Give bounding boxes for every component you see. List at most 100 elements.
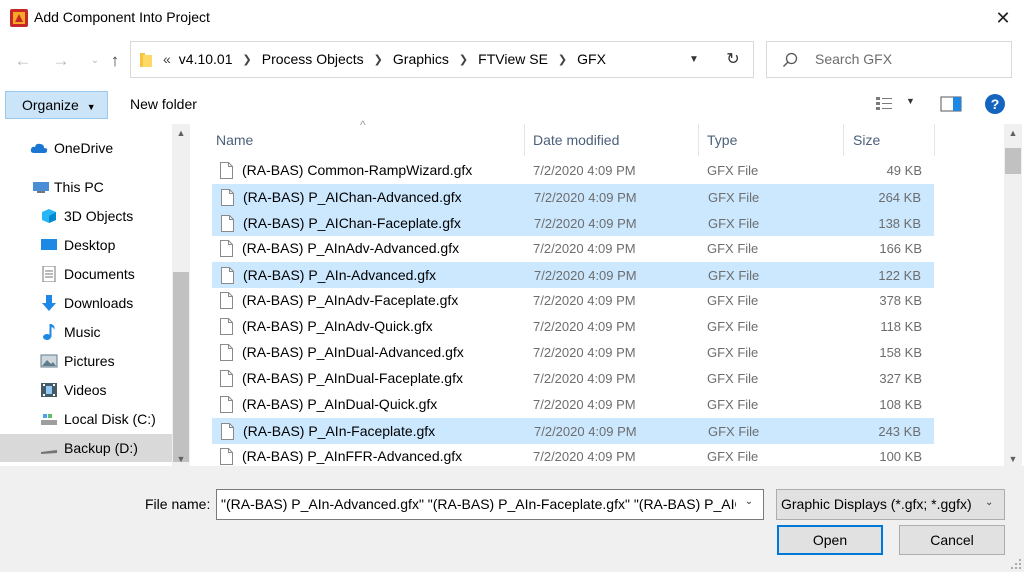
- caret-down-icon: ▼: [86, 102, 96, 112]
- file-date: 7/2/2020 4:09 PM: [533, 319, 636, 334]
- file-row[interactable]: (RA-BAS) P_AInDual-Quick.gfx 7/2/2020 4:0…: [212, 392, 934, 418]
- sidebar-item-local-disk[interactable]: Local Disk (C:): [0, 405, 172, 433]
- breadcrumb-item-version[interactable]: v4.10.01: [179, 51, 233, 67]
- sidebar-item-3d-objects[interactable]: 3D Objects: [0, 202, 172, 230]
- column-divider[interactable]: [843, 124, 844, 156]
- file-type-value: Graphic Displays (*.gfx; *.ggfx): [781, 496, 972, 512]
- view-list-icon: [876, 97, 892, 110]
- desktop-icon: [41, 239, 57, 250]
- scroll-down-icon[interactable]: ▼: [1005, 454, 1021, 464]
- music-icon: [43, 324, 55, 340]
- open-button[interactable]: Open: [777, 525, 883, 555]
- recent-locations-chevron-icon[interactable]: ⌄: [84, 50, 106, 72]
- chevron-right-icon[interactable]: ❯: [459, 53, 468, 66]
- up-arrow-icon[interactable]: ↑: [104, 50, 126, 72]
- sidebar-item-videos[interactable]: Videos: [0, 376, 172, 404]
- file-icon: [221, 423, 234, 440]
- change-view-button[interactable]: ▼: [876, 95, 916, 113]
- file-size: 118 KB: [880, 319, 922, 334]
- file-row[interactable]: (RA-BAS) P_AIChan-Faceplate.gfx 7/2/2020 …: [212, 210, 934, 236]
- column-divider[interactable]: [698, 124, 699, 156]
- column-divider[interactable]: [524, 124, 525, 156]
- file-row[interactable]: (RA-BAS) P_AIn-Advanced.gfx 7/2/2020 4:09…: [212, 262, 934, 288]
- resize-grip-icon[interactable]: [1010, 558, 1022, 570]
- file-name: (RA-BAS) P_AIChan-Advanced.gfx: [243, 189, 462, 205]
- sidebar-item-documents[interactable]: Documents: [0, 260, 172, 288]
- cloud-icon: [30, 143, 48, 153]
- file-row[interactable]: (RA-BAS) P_AIn-Faceplate.gfx 7/2/2020 4:0…: [212, 418, 934, 444]
- organize-button[interactable]: Organize ▼: [5, 91, 108, 119]
- file-date: 7/2/2020 4:09 PM: [533, 345, 636, 360]
- sidebar-item-onedrive[interactable]: OneDrive: [0, 134, 172, 162]
- file-icon: [220, 292, 233, 309]
- file-icon: [221, 189, 234, 206]
- file-row[interactable]: (RA-BAS) P_AInAdv-Advanced.gfx 7/2/2020 4…: [212, 236, 934, 262]
- file-size: 138 KB: [878, 216, 921, 231]
- sidebar-item-pictures[interactable]: Pictures: [0, 347, 172, 375]
- file-icon: [220, 240, 233, 257]
- file-type: GFX File: [708, 216, 760, 231]
- drive-icon: [41, 450, 57, 454]
- sidebar-item-this-pc[interactable]: This PC: [0, 173, 172, 201]
- file-row[interactable]: (RA-BAS) P_AInDual-Advanced.gfx 7/2/2020 …: [212, 340, 934, 366]
- sidebar-item-music[interactable]: Music: [0, 318, 172, 346]
- cancel-button[interactable]: Cancel: [899, 525, 1005, 555]
- breadcrumb-overflow[interactable]: «: [163, 51, 171, 67]
- column-header-size[interactable]: Size: [853, 132, 880, 148]
- sidebar-item-backup[interactable]: Backup (D:): [0, 434, 172, 462]
- sidebar-item-downloads[interactable]: Downloads: [0, 289, 172, 317]
- navigation-pane: OneDrive This PC 3D Objects Desktop Docu…: [0, 124, 190, 466]
- chevron-right-icon[interactable]: ❯: [558, 53, 567, 66]
- file-size: 100 KB: [879, 449, 922, 464]
- file-size: 264 KB: [878, 190, 921, 205]
- address-bar[interactable]: « v4.10.01 ❯ Process Objects ❯ Graphics …: [130, 41, 754, 78]
- document-icon: [42, 266, 56, 282]
- file-name: (RA-BAS) P_AInDual-Advanced.gfx: [242, 344, 464, 360]
- file-date: 7/2/2020 4:09 PM: [533, 241, 636, 256]
- breadcrumb-item-ftview-se[interactable]: FTView SE: [478, 51, 548, 67]
- breadcrumb-item-graphics[interactable]: Graphics: [393, 51, 449, 67]
- chevron-down-icon: ⌄: [985, 497, 994, 508]
- file-name: (RA-BAS) Common-RampWizard.gfx: [242, 162, 473, 178]
- column-divider[interactable]: [934, 124, 935, 156]
- chevron-down-icon[interactable]: ⌄: [741, 496, 757, 507]
- file-icon: [220, 396, 233, 413]
- new-folder-button[interactable]: New folder: [130, 96, 197, 112]
- column-header-date[interactable]: Date modified: [533, 132, 619, 148]
- chevron-right-icon[interactable]: ❯: [243, 53, 252, 66]
- search-box[interactable]: Search GFX: [766, 41, 1012, 78]
- breadcrumb-item-process-objects[interactable]: Process Objects: [262, 51, 364, 67]
- refresh-icon[interactable]: ↻: [721, 48, 745, 72]
- chevron-right-icon[interactable]: ❯: [374, 53, 383, 66]
- back-arrow-icon[interactable]: ←: [12, 50, 34, 72]
- chevron-down-icon[interactable]: ▼: [684, 50, 704, 70]
- file-row[interactable]: (RA-BAS) P_AInDual-Faceplate.gfx 7/2/2020…: [212, 366, 934, 392]
- scroll-up-icon[interactable]: ▲: [1005, 128, 1021, 138]
- file-name: (RA-BAS) P_AInAdv-Quick.gfx: [242, 318, 433, 334]
- column-header-type[interactable]: Type: [707, 132, 737, 148]
- close-icon[interactable]: ✕: [990, 6, 1016, 30]
- file-row[interactable]: (RA-BAS) P_AIChan-Advanced.gfx 7/2/2020 4…: [212, 184, 934, 210]
- file-row[interactable]: (RA-BAS) P_AInAdv-Faceplate.gfx 7/2/2020 …: [212, 288, 934, 314]
- scroll-down-icon[interactable]: ▼: [173, 454, 189, 464]
- help-icon[interactable]: ?: [985, 94, 1005, 114]
- file-row[interactable]: (RA-BAS) Common-RampWizard.gfx 7/2/2020 4…: [212, 158, 934, 184]
- file-icon: [220, 162, 233, 179]
- file-name-input[interactable]: "(RA-BAS) P_AIn-Advanced.gfx" "(RA-BAS) …: [216, 489, 764, 520]
- scroll-up-icon[interactable]: ▲: [173, 128, 189, 138]
- preview-pane-icon[interactable]: [940, 95, 962, 113]
- file-type-select[interactable]: Graphic Displays (*.gfx; *.ggfx) ⌄: [776, 489, 1005, 520]
- app-icon: [10, 9, 28, 27]
- forward-arrow-icon[interactable]: →: [50, 50, 72, 72]
- computer-icon: [33, 182, 49, 193]
- file-list-scrollbar[interactable]: [1004, 124, 1022, 466]
- file-size: 243 KB: [878, 424, 921, 439]
- sidebar-scroll-thumb[interactable]: [173, 272, 189, 462]
- search-input[interactable]: Search GFX: [815, 51, 892, 67]
- file-row[interactable]: (RA-BAS) P_AInAdv-Quick.gfx 7/2/2020 4:09…: [212, 314, 934, 340]
- window-title: Add Component Into Project: [34, 9, 210, 25]
- sidebar-item-desktop[interactable]: Desktop: [0, 231, 172, 259]
- column-header-name[interactable]: Name: [216, 132, 253, 148]
- file-list-scroll-thumb[interactable]: [1005, 148, 1021, 174]
- breadcrumb-item-gfx[interactable]: GFX: [577, 51, 606, 67]
